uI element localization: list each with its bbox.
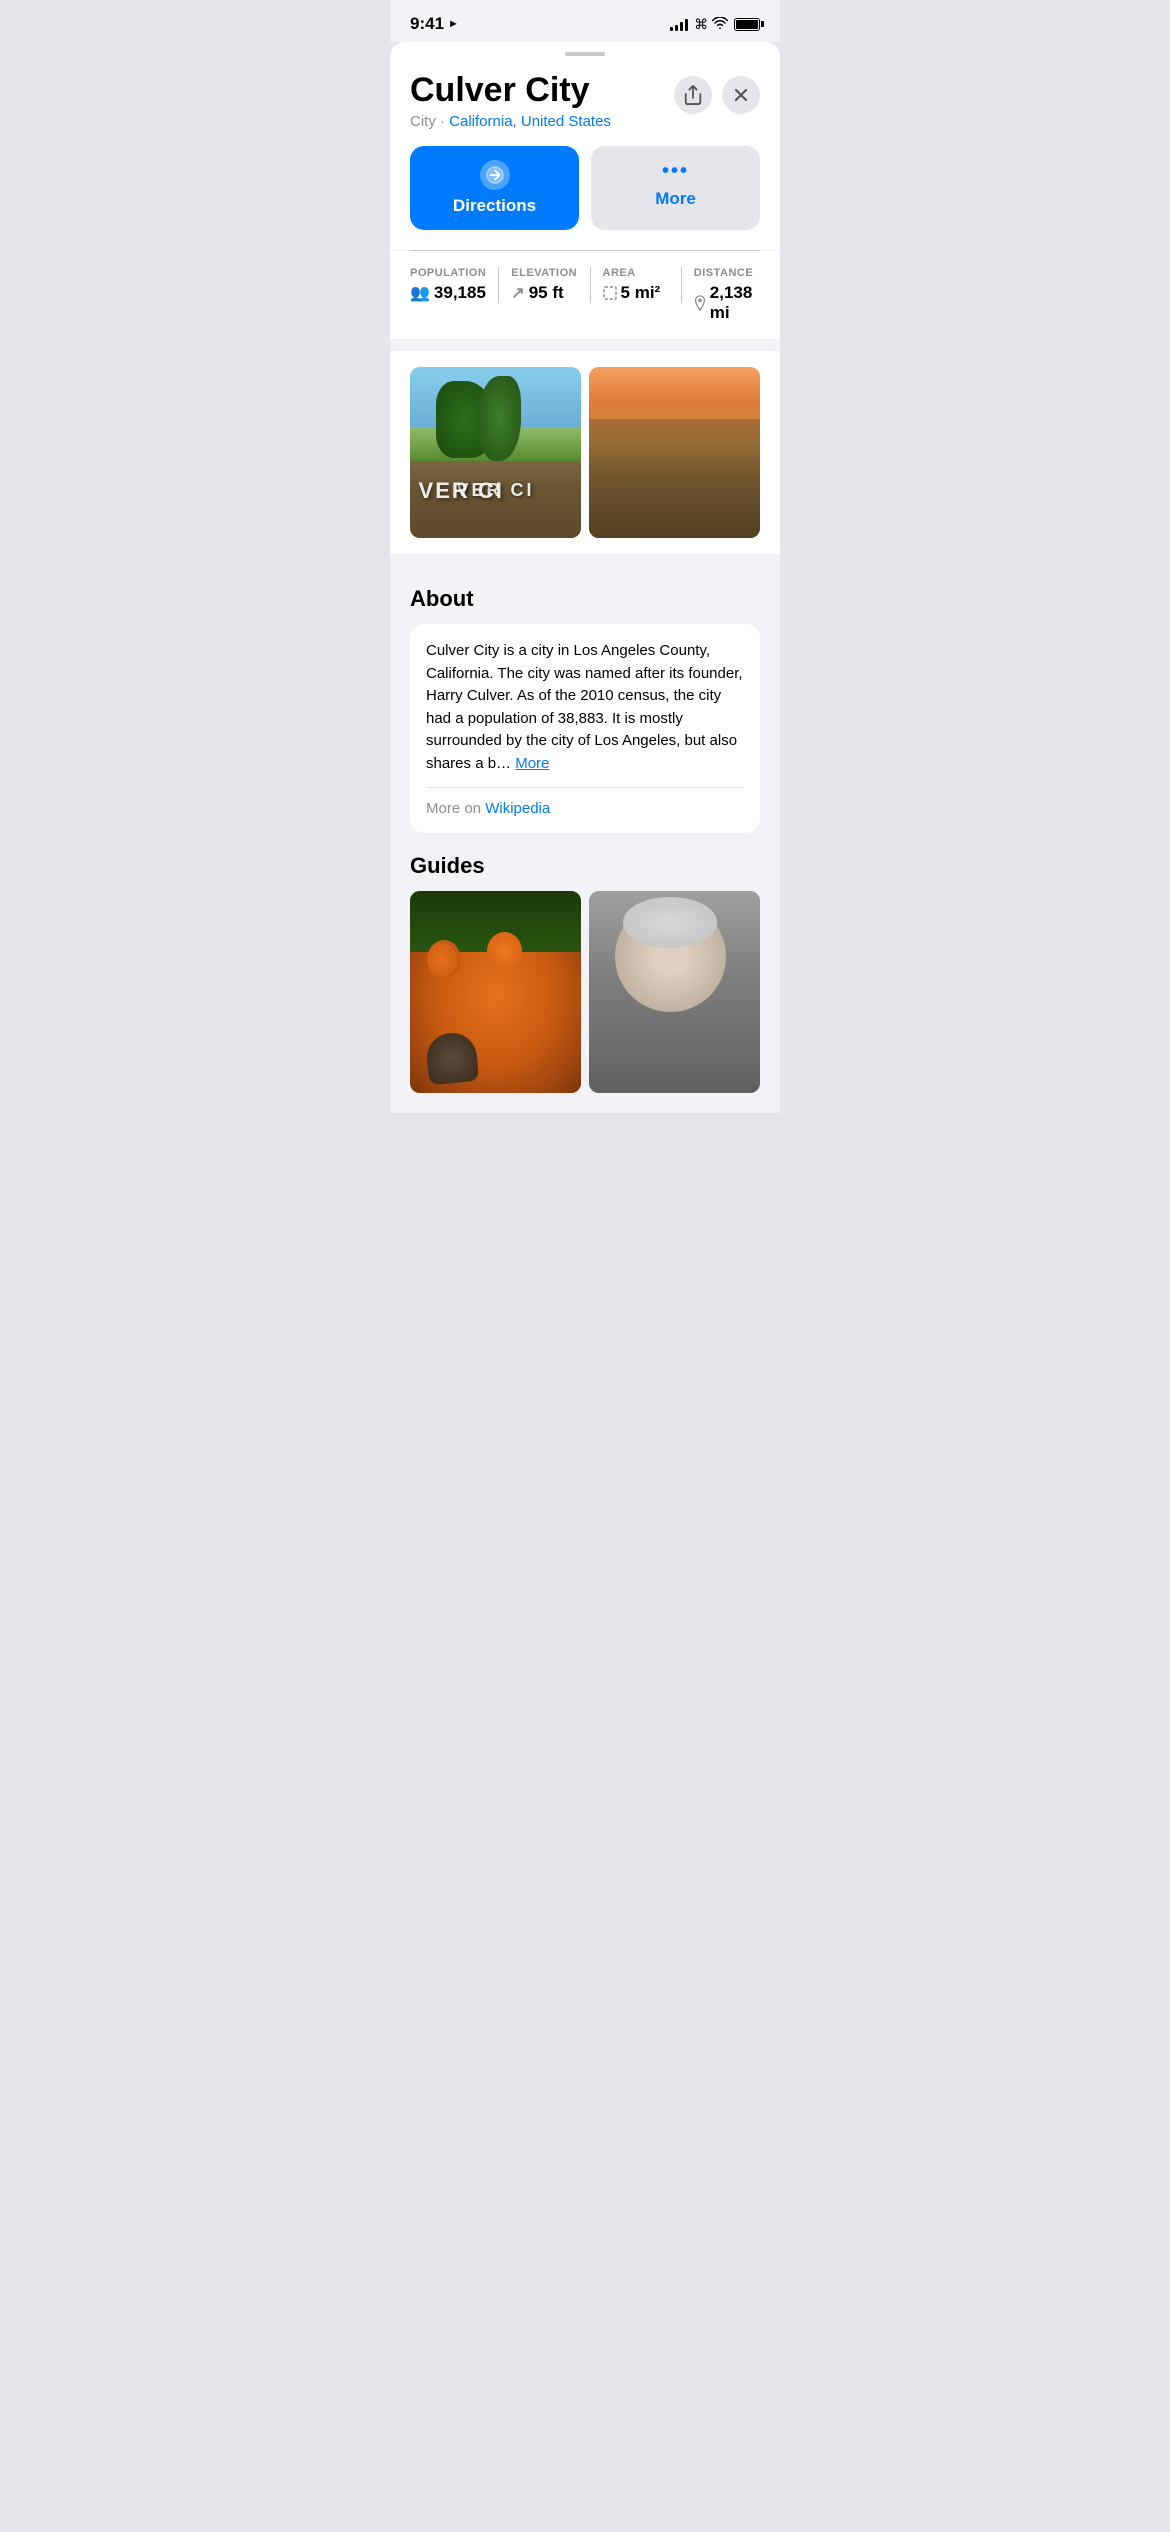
place-subtitle: City · California, United States [410, 113, 674, 130]
sheet-content: Culver City City · California, United St… [390, 56, 780, 1113]
place-type: City · [410, 113, 449, 130]
signal-bars [670, 17, 688, 31]
distance-label: DISTANCE [694, 267, 760, 279]
distance-icon [694, 294, 706, 312]
close-button[interactable] [722, 76, 760, 114]
person-hair [623, 897, 717, 947]
population-label: POPULATION [410, 267, 486, 279]
more-dots-icon: ••• [662, 160, 689, 183]
elevation-label: ELEVATION [511, 267, 577, 279]
photo-aerial-view[interactable] [589, 367, 760, 538]
status-bar: 9:41 ► ⌘ [390, 0, 780, 42]
wikipedia-prefix: More on [426, 800, 485, 817]
battery-fill [736, 20, 758, 29]
area-value: 5 mi² [603, 283, 669, 303]
population-number: 39,185 [434, 283, 486, 303]
pumpkin-2 [487, 932, 522, 970]
place-title: Culver City [410, 72, 674, 109]
location-arrow-icon: ► [448, 18, 459, 30]
guide-item-person[interactable] [589, 891, 760, 1092]
place-location-link[interactable]: California, United States [449, 113, 611, 130]
place-header: Culver City City · California, United St… [390, 56, 780, 146]
area-icon [603, 284, 617, 302]
signal-bar-4 [685, 19, 688, 31]
section-gap-1 [390, 339, 780, 351]
sheet-handle-area [390, 42, 780, 56]
stat-population: POPULATION 👥 39,185 [410, 267, 499, 303]
more-button[interactable]: ••• More [591, 146, 760, 230]
elevation-value: ↗ 95 ft [511, 283, 577, 303]
signal-bar-2 [675, 25, 678, 31]
bottom-safe-area [390, 1093, 780, 1113]
guides-title: Guides [410, 853, 760, 879]
about-body-text: Culver City is a city in Los Angeles Cou… [426, 640, 744, 775]
elevation-number: 95 ft [529, 283, 564, 303]
sign-text: VER CI [410, 480, 581, 501]
signal-bar-3 [680, 22, 683, 31]
directions-icon [480, 160, 510, 190]
about-more-link[interactable]: More [515, 755, 549, 772]
wikipedia-link[interactable]: Wikipedia [485, 800, 550, 817]
guides-section: Guides [390, 833, 780, 1092]
directions-button[interactable]: Directions [410, 146, 579, 230]
wifi-icon: ⌘ [694, 16, 728, 33]
area-number: 5 mi² [621, 283, 661, 303]
about-description: Culver City is a city in Los Angeles Cou… [426, 642, 743, 772]
photo-culver-sign[interactable]: VER CI [410, 367, 581, 538]
action-buttons-row: Directions ••• More [390, 146, 780, 250]
pumpkin-1 [427, 942, 457, 977]
place-info: Culver City City · California, United St… [410, 72, 674, 130]
wikipedia-link-row: More on Wikipedia [426, 787, 744, 817]
sheet-handle[interactable] [565, 52, 605, 56]
section-gap-2 [390, 554, 780, 566]
directions-label: Directions [453, 196, 536, 216]
stats-section: POPULATION 👥 39,185 ELEVATION ↗ 95 ft AR… [390, 251, 780, 339]
stats-row: POPULATION 👥 39,185 ELEVATION ↗ 95 ft AR… [410, 267, 760, 323]
distance-value: 2,138 mi [694, 283, 760, 323]
share-button[interactable] [674, 76, 712, 114]
bottom-sheet: Culver City City · California, United St… [390, 42, 780, 1113]
photos-section: VER CI [390, 351, 780, 554]
distance-number: 2,138 mi [710, 283, 760, 323]
area-label: AREA [603, 267, 669, 279]
about-section: About Culver City is a city in Los Angel… [390, 566, 780, 833]
signal-bar-1 [670, 27, 673, 31]
elevation-icon: ↗ [511, 283, 524, 303]
photos-grid: VER CI [410, 367, 760, 538]
aerial-overlay [589, 419, 760, 539]
population-value: 👥 39,185 [410, 283, 486, 303]
battery-icon [734, 18, 760, 31]
about-title: About [410, 586, 760, 612]
stat-distance: DISTANCE 2,138 mi [694, 267, 760, 323]
guide-item-pumpkins[interactable] [410, 891, 581, 1092]
stat-elevation: ELEVATION ↗ 95 ft [511, 267, 590, 303]
population-icon: 👥 [410, 283, 430, 303]
status-icons: ⌘ [670, 16, 760, 33]
guides-grid [410, 891, 760, 1092]
header-action-buttons [674, 76, 760, 114]
time-display: 9:41 [410, 14, 444, 34]
more-label: More [655, 189, 696, 209]
about-card: Culver City is a city in Los Angeles Cou… [410, 624, 760, 833]
stat-area: AREA 5 mi² [603, 267, 682, 303]
status-time: 9:41 ► [410, 14, 459, 34]
